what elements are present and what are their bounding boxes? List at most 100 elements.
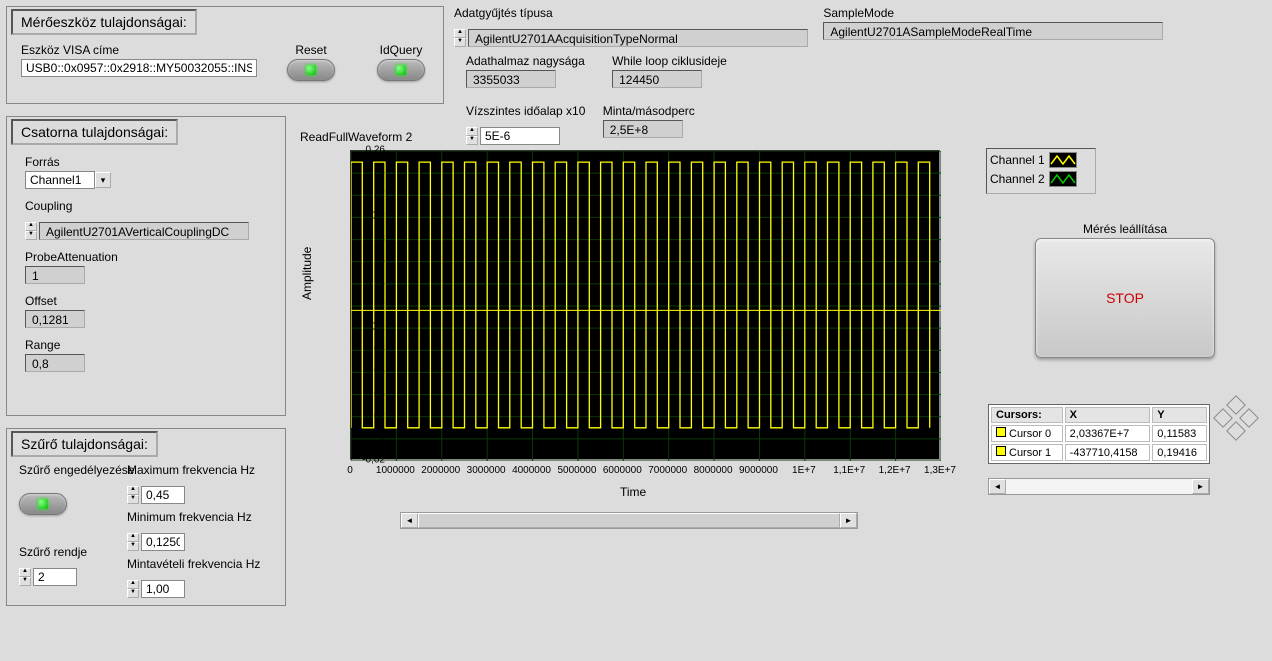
- filter-order-input[interactable]: [33, 568, 77, 586]
- samplerate-label: Minta/másodperc: [603, 104, 695, 118]
- cursor-y: 0,19416: [1152, 444, 1207, 461]
- source-input[interactable]: [25, 171, 95, 189]
- source-dropdown[interactable]: ▾: [95, 172, 111, 188]
- y-tick: 0,18: [366, 233, 385, 244]
- minf-label: Minimum frekvencia Hz: [127, 510, 260, 524]
- x-tick: 5000000: [557, 465, 596, 476]
- maxf-spin[interactable]: ▲▼: [127, 486, 139, 504]
- maxf-input[interactable]: [141, 486, 185, 504]
- range-value[interactable]: 0,8: [25, 354, 85, 372]
- scroll-right-button[interactable]: ►: [840, 513, 857, 528]
- stop-title: Mérés leállítása: [1035, 222, 1215, 236]
- fs-label: Mintavételi frekvencia Hz: [127, 557, 260, 571]
- samplemode-label: SampleMode: [823, 6, 1163, 20]
- legend-row[interactable]: Channel 2: [990, 171, 1092, 187]
- acq-type-spin[interactable]: ▲▼: [454, 29, 466, 47]
- chart-title: ReadFullWaveform 2: [300, 130, 412, 144]
- maxf-label: Maximum frekvencia Hz: [127, 463, 260, 477]
- x-tick: 0: [347, 465, 353, 476]
- legend-row[interactable]: Channel 1: [990, 152, 1092, 168]
- chart-plot-area[interactable]: [350, 150, 940, 460]
- filter-order-label: Szűrő rendje: [19, 545, 134, 559]
- legend-label: Channel 2: [990, 172, 1045, 186]
- x-tick: 1000000: [376, 465, 415, 476]
- cursor-scroll-track[interactable]: [1006, 479, 1192, 494]
- x-tick: 8000000: [694, 465, 733, 476]
- cursor-y: 0,11583: [1152, 425, 1207, 442]
- x-tick: 7000000: [648, 465, 687, 476]
- visa-address-input[interactable]: [21, 59, 257, 77]
- x-tick: 4000000: [512, 465, 551, 476]
- acq-type-label: Adatgyűjtés típusa: [454, 6, 808, 20]
- legend-swatch: [1049, 152, 1077, 168]
- fs-input[interactable]: [141, 580, 185, 598]
- waveform-chart[interactable]: ReadFullWaveform 2 Amplitude Time -0,020…: [300, 130, 980, 520]
- minf-spin[interactable]: ▲▼: [127, 533, 139, 551]
- cursor-scroll-right[interactable]: ►: [1192, 479, 1209, 494]
- cursor-name: Cursor 0: [1009, 428, 1051, 440]
- y-tick: 0,2: [371, 211, 385, 222]
- stop-button[interactable]: STOP: [1035, 238, 1215, 358]
- chart-scrollbar[interactable]: ◄ ►: [400, 512, 858, 529]
- offset-value[interactable]: 0,1281: [25, 310, 85, 328]
- offset-label: Offset: [25, 294, 267, 308]
- cursor-panel: Cursors: X Y Cursor 02,03367E+70,11583Cu…: [988, 404, 1210, 495]
- cursor-scrollbar[interactable]: ◄ ►: [988, 478, 1210, 495]
- loop-value: 124450: [612, 70, 702, 88]
- cursor-scroll-left[interactable]: ◄: [989, 479, 1006, 494]
- cursor-name: Cursor 1: [1009, 447, 1051, 459]
- cursor-x: 2,03367E+7: [1065, 425, 1151, 442]
- x-tick: 2000000: [421, 465, 460, 476]
- reset-label: Reset: [287, 43, 335, 57]
- filter-enable-led: [38, 499, 48, 509]
- samplemode-value[interactable]: AgilentU2701ASampleModeRealTime: [823, 22, 1163, 40]
- x-tick: 3000000: [467, 465, 506, 476]
- y-tick: 0,24: [366, 167, 385, 178]
- scroll-thumb[interactable]: [418, 513, 840, 528]
- instrument-panel-title: Mérőeszköz tulajdonságai:: [11, 9, 197, 35]
- coupling-label: Coupling: [25, 199, 267, 213]
- cursor-move-pad[interactable]: [1218, 400, 1254, 436]
- y-tick: 0,12: [366, 300, 385, 311]
- dataset-value: 3355033: [466, 70, 556, 88]
- fs-spin[interactable]: ▲▼: [127, 580, 139, 598]
- x-tick: 9000000: [739, 465, 778, 476]
- y-tick: 0,02: [366, 410, 385, 421]
- minf-input[interactable]: [141, 533, 185, 551]
- chart-ylabel: Amplitude: [300, 247, 314, 300]
- filter-panel-title: Szűrő tulajdonságai:: [11, 431, 158, 457]
- visa-label: Eszköz VISA címe: [21, 43, 257, 57]
- filter-order-spin[interactable]: ▲▼: [19, 568, 31, 586]
- chart-xlabel: Time: [620, 485, 646, 499]
- x-tick: 1,1E+7: [833, 465, 865, 476]
- cursor-row[interactable]: Cursor 1-437710,41580,19416: [991, 444, 1207, 461]
- dataset-label: Adathalmaz nagysága: [466, 54, 585, 68]
- y-tick: 0,08: [366, 344, 385, 355]
- probe-label: ProbeAttenuation: [25, 250, 267, 264]
- probe-value[interactable]: 1: [25, 266, 85, 284]
- y-tick: 0,16: [366, 255, 385, 266]
- cursor-col-name: Cursors:: [991, 407, 1063, 423]
- filter-enable-label: Szűrő engedélyezése: [19, 463, 134, 477]
- x-tick: 1,2E+7: [879, 465, 911, 476]
- y-tick: 0,06: [366, 366, 385, 377]
- cursor-col-x: X: [1065, 407, 1151, 423]
- cursor-row[interactable]: Cursor 0 2,03367E+70,11583: [991, 425, 1207, 442]
- reset-button[interactable]: [287, 59, 335, 81]
- scroll-track[interactable]: [418, 513, 840, 528]
- filter-enable-button[interactable]: [19, 493, 67, 515]
- y-tick: 0,22: [366, 189, 385, 200]
- chart-legend: Channel 1 Channel 2: [986, 148, 1096, 194]
- reset-led: [306, 65, 316, 75]
- loop-label: While loop ciklusideje: [612, 54, 727, 68]
- coupling-spin[interactable]: ▲▼: [25, 222, 37, 240]
- coupling-value[interactable]: AgilentU2701AVerticalCouplingDC: [39, 222, 249, 240]
- x-tick: 1E+7: [792, 465, 816, 476]
- scroll-left-button[interactable]: ◄: [401, 513, 418, 528]
- y-tick: 0,26: [366, 145, 385, 156]
- legend-label: Channel 1: [990, 153, 1045, 167]
- acq-type-value[interactable]: AgilentU2701AAcquisitionTypeNormal: [468, 29, 808, 47]
- x-tick: 6000000: [603, 465, 642, 476]
- idquery-label: IdQuery: [377, 43, 425, 57]
- idquery-button[interactable]: [377, 59, 425, 81]
